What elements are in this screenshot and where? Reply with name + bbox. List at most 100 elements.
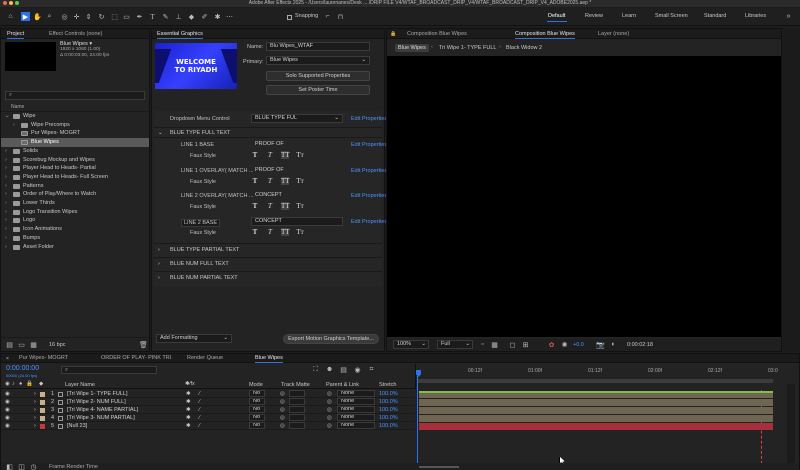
chevron-right-icon[interactable]: › — [5, 190, 11, 199]
project-item[interactable]: › Player Head to Heads- Partial — [1, 164, 149, 173]
small-caps-icon[interactable]: Tᴛ — [296, 202, 304, 210]
layer-row[interactable]: ◉ › 5 [Null 23] ✱ ⁄ No ◎ ◎ None 100.0% — [1, 422, 415, 430]
project-item[interactable]: › Scorebug Mockup and Wipes — [1, 156, 149, 165]
faux-bold-icon[interactable]: T — [251, 151, 259, 159]
layer-duration-bar[interactable] — [419, 407, 773, 414]
selection-tool-icon[interactable]: ▶ — [21, 12, 30, 21]
rectangle-tool-icon[interactable]: ▭ — [122, 12, 131, 21]
text-property-value[interactable]: CONCEPT — [251, 191, 343, 200]
quality-switch[interactable]: ⁄ — [199, 398, 200, 406]
zoom-tool-icon[interactable]: ⌕ — [45, 12, 54, 21]
faux-italic-icon[interactable]: T — [266, 202, 274, 210]
roto-brush-tool-icon[interactable]: ✐ — [200, 12, 209, 21]
track-matte-icon[interactable]: ◎ — [280, 422, 285, 430]
layer-label-swatch[interactable] — [40, 424, 45, 429]
grid-guides-icon[interactable]: ⊞ — [521, 340, 530, 349]
audio-icon[interactable]: ♪ — [12, 381, 15, 387]
eye-icon[interactable]: ◉ — [5, 381, 10, 387]
channel-icon[interactable]: ✿ — [547, 340, 556, 349]
layer-duration-bar[interactable] — [419, 415, 773, 422]
track-matte-select[interactable] — [289, 422, 305, 429]
work-area-bar[interactable] — [418, 379, 773, 383]
layer-label-swatch[interactable] — [40, 400, 45, 405]
tab-composition-1[interactable]: Composition Blue Wipes — [407, 30, 467, 38]
chevron-right-icon[interactable]: › — [34, 398, 36, 406]
exposure-icon[interactable]: ✺ — [560, 340, 569, 349]
timeline-search-input[interactable]: ⌕ — [61, 366, 157, 374]
rotate-tool-icon[interactable]: ↻ — [97, 12, 106, 21]
tab-blue-wipes[interactable]: Blue Wipes — [255, 354, 283, 363]
edit-properties-link[interactable]: Edit Properties — [351, 142, 387, 148]
parent-select[interactable]: None — [337, 398, 375, 405]
zoom-slider[interactable] — [419, 466, 459, 468]
column-layer-name[interactable]: Layer Name — [65, 382, 95, 388]
chevron-right-icon[interactable]: › — [34, 414, 36, 422]
comp-flowchart-icon[interactable]: ⛶ — [311, 365, 320, 374]
layer-row[interactable]: ◉ › 3 [Tri Wipe 4- NAME PARTIAL] ✱ ⁄ No ◎ ◎ None 1… — [1, 406, 415, 414]
motion-blur-icon[interactable]: ◉ — [353, 365, 362, 374]
pan-behind-tool-icon[interactable]: ⬚ — [110, 12, 119, 21]
chevron-right-icon[interactable]: › — [5, 225, 11, 234]
workspace-overflow-icon[interactable]: » — [784, 12, 793, 21]
toggle-modes-icon[interactable]: ◫ — [17, 463, 26, 470]
project-item[interactable]: › Patterns — [1, 182, 149, 191]
quality-switch[interactable]: ⁄ — [199, 406, 200, 414]
track-matte-icon[interactable]: ◎ — [280, 406, 285, 414]
layer-stretch[interactable]: 100.0% — [379, 422, 398, 430]
layer-name[interactable]: [Null 23] — [67, 422, 87, 430]
layer-name[interactable]: [Tri Wipe 4- NAME PARTIAL] — [67, 406, 138, 414]
workspace-default[interactable]: Default — [548, 13, 565, 19]
quality-select[interactable]: Full ⌄ — [437, 340, 473, 349]
layer-label-swatch[interactable] — [40, 392, 45, 397]
eye-icon[interactable]: ◉ — [5, 406, 10, 414]
eye-icon[interactable]: ◉ — [5, 422, 10, 430]
traffic-light-close[interactable] — [3, 1, 7, 5]
lock-icon[interactable]: 🔒 — [26, 381, 33, 387]
parent-select[interactable]: None — [337, 414, 375, 421]
chevron-right-icon[interactable]: › — [5, 208, 11, 217]
project-item[interactable]: › Order of Play/Where to Watch — [1, 190, 149, 199]
solo-supported-properties-button[interactable]: Solo Supported Properties — [266, 71, 370, 81]
tab-effect-controls[interactable]: Effect Controls (none) — [49, 30, 102, 38]
parent-pickwhip-icon[interactable]: ◎ — [327, 406, 332, 414]
shy-icon[interactable]: ☻ — [325, 365, 334, 374]
chevron-right-icon[interactable]: › — [5, 199, 11, 208]
track-matte-icon[interactable]: ◎ — [280, 390, 285, 398]
eye-icon[interactable]: ◉ — [5, 414, 10, 422]
faux-bold-icon[interactable]: T — [251, 177, 259, 185]
snapping-checkbox[interactable] — [287, 15, 292, 20]
tab-essential-graphics[interactable]: Essential Graphics — [157, 30, 203, 39]
collapsed-group-header[interactable]: › BLUE TYPE PARTIAL TEXT — [154, 243, 382, 256]
collapse-transform-switch[interactable]: ✱ — [186, 422, 191, 430]
switches-icon[interactable]: ✱⁄fx — [185, 381, 195, 387]
layer-name[interactable]: [Tri Wipe 3- NUM PARTIAL] — [67, 414, 135, 422]
parent-pickwhip-icon[interactable]: ◎ — [327, 398, 332, 406]
label-icon[interactable]: ◆ — [39, 381, 43, 387]
tab-order-of-play[interactable]: ORDER OF PLAY- PINK TRI — [101, 354, 171, 362]
primary-select[interactable]: Blue Wipes ⌄ — [266, 56, 370, 65]
hand-tool-icon[interactable]: ✋ — [33, 12, 42, 21]
project-item[interactable]: › Solids — [1, 147, 149, 156]
parent-select[interactable]: None — [337, 422, 375, 429]
delete-icon[interactable]: 🗑 — [139, 340, 148, 349]
column-mode[interactable]: Mode — [249, 382, 263, 388]
close-icon[interactable]: × — [3, 354, 12, 363]
toggle-switches-icon[interactable]: ◧ — [5, 463, 14, 470]
chevron-right-icon[interactable]: › — [34, 422, 36, 430]
eraser-tool-icon[interactable]: ◆ — [187, 12, 196, 21]
timeline-scrollbar[interactable] — [787, 384, 795, 464]
project-item[interactable]: › Player Head to Heads- Full Screen — [1, 173, 149, 182]
track-matte-select[interactable] — [289, 390, 305, 397]
project-item[interactable]: › Lower Thirds — [1, 199, 149, 208]
project-item[interactable]: › Logo — [1, 216, 149, 225]
project-item[interactable]: Blue Wipes — [1, 138, 149, 147]
parent-pickwhip-icon[interactable]: ◎ — [327, 422, 332, 430]
solo-icon[interactable]: ● — [19, 381, 22, 387]
edit-properties-link[interactable]: Edit Properties — [351, 219, 387, 225]
layer-row[interactable]: ◉ › 4 [Tri Wipe 3- NUM PARTIAL] ✱ ⁄ No ◎ ◎ None 10… — [1, 414, 415, 422]
tab-render-queue[interactable]: Render Queue — [187, 354, 223, 362]
edit-properties-link[interactable]: Edit Properties — [351, 168, 387, 174]
all-caps-icon[interactable]: TT — [281, 202, 290, 210]
export-motion-graphics-template-button[interactable]: Export Motion Graphics Template... — [283, 334, 379, 344]
puppet-tool-icon[interactable]: ✱ — [213, 12, 222, 21]
